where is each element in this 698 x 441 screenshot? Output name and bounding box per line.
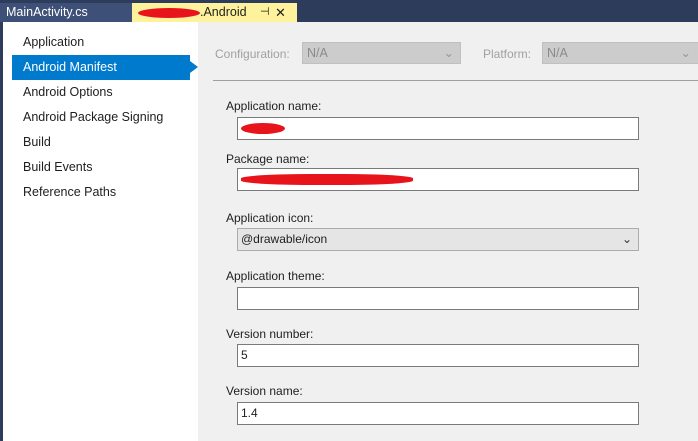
- sidebar-item-build[interactable]: Build: [12, 130, 190, 155]
- properties-sidebar: Application Android Manifest Android Opt…: [3, 22, 198, 441]
- divider: [213, 80, 698, 81]
- chevron-down-icon: ⌄: [680, 46, 691, 60]
- application-icon-value: @drawable/icon: [241, 232, 328, 246]
- tab-label: .Android: [200, 5, 247, 19]
- package-name-input[interactable]: [237, 168, 639, 191]
- sidebar-item-android-options[interactable]: Android Options: [12, 80, 190, 105]
- configuration-value: N/A: [307, 46, 328, 60]
- redacted-value: [241, 174, 413, 186]
- application-icon-select[interactable]: @drawable/icon ⌄: [237, 228, 639, 251]
- version-name-label: Version name:: [226, 384, 303, 398]
- application-icon-label: Application icon:: [226, 211, 314, 225]
- sidebar-item-application[interactable]: Application: [12, 30, 190, 55]
- version-number-label: Version number:: [226, 327, 314, 341]
- sidebar-item-reference-paths[interactable]: Reference Paths: [12, 180, 190, 205]
- pin-icon[interactable]: ⊣: [260, 3, 270, 22]
- chevron-down-icon: ⌄: [621, 232, 632, 246]
- platform-select: N/A ⌄: [542, 42, 698, 64]
- application-name-label: Application name:: [226, 99, 322, 113]
- manifest-panel: Configuration: N/A ⌄ Platform: N/A ⌄ Appli…: [198, 22, 698, 441]
- application-theme-input[interactable]: [237, 287, 639, 310]
- application-name-input[interactable]: [237, 117, 639, 140]
- sidebar-item-android-package-signing[interactable]: Android Package Signing: [12, 105, 190, 130]
- version-name-input[interactable]: 1.4: [237, 402, 639, 425]
- sidebar-item-build-events[interactable]: Build Events: [12, 155, 190, 180]
- configuration-select: N/A ⌄: [302, 42, 461, 64]
- tab-mainactivity[interactable]: MainActivity.cs: [0, 3, 132, 22]
- document-tab-bar: MainActivity.cs .Android ⊣ ✕: [0, 0, 698, 22]
- version-number-input[interactable]: 5: [237, 344, 639, 367]
- redacted-project-name: [138, 7, 200, 18]
- redacted-value: [241, 123, 285, 135]
- configuration-label: Configuration:: [215, 47, 290, 61]
- platform-value: N/A: [547, 46, 568, 60]
- tab-label: MainActivity.cs: [6, 5, 88, 19]
- application-theme-label: Application theme:: [226, 269, 325, 283]
- tab-android-project[interactable]: .Android ⊣ ✕: [132, 3, 297, 22]
- chevron-down-icon: ⌄: [443, 46, 454, 60]
- close-icon[interactable]: ✕: [275, 3, 286, 22]
- package-name-label: Package name:: [226, 152, 310, 166]
- sidebar-item-android-manifest[interactable]: Android Manifest: [12, 55, 198, 80]
- platform-label: Platform:: [483, 47, 532, 61]
